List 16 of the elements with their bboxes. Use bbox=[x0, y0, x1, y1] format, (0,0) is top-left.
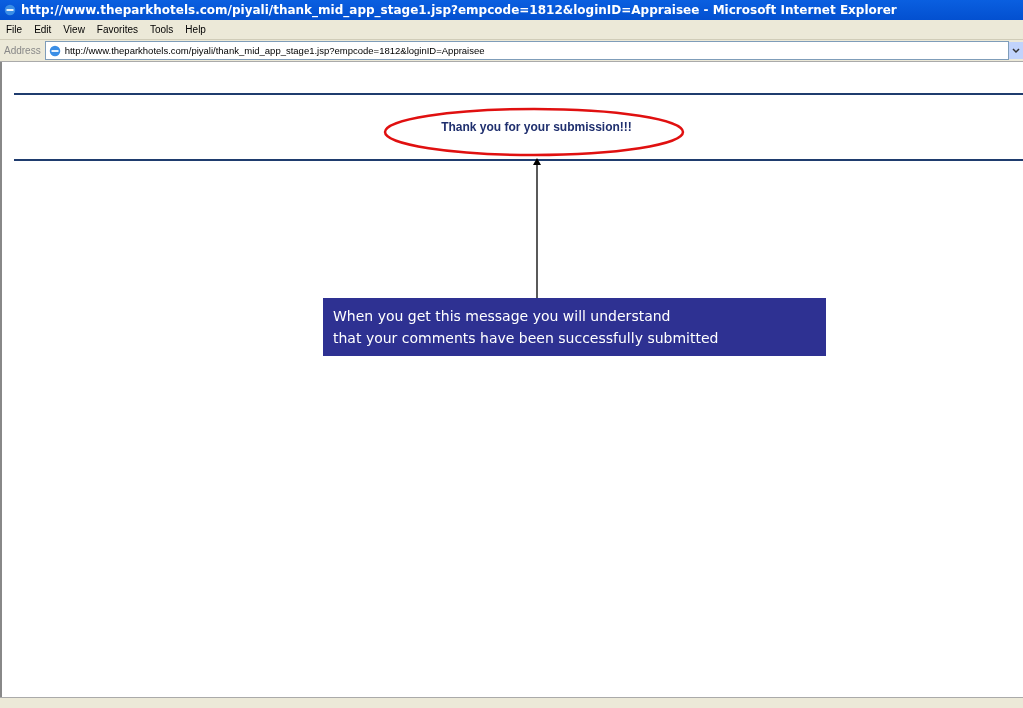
menu-item[interactable]: Tools bbox=[144, 24, 180, 35]
menu-item[interactable]: Edit bbox=[28, 24, 58, 35]
browser-icon bbox=[3, 3, 17, 17]
page-icon bbox=[47, 43, 62, 58]
menu-item[interactable]: Favorites bbox=[90, 24, 144, 35]
callout-text: When you get this message you will understand bbox=[333, 308, 672, 324]
address-label: Address bbox=[3, 45, 42, 56]
address-field[interactable]: http://www.theparkhotels.com/piyali/thank_mid_app_stage1.jsp?empcode=1812&loginID=Appraisee bbox=[44, 41, 1009, 60]
confirmation-message: Thank you for your submission!!! bbox=[441, 120, 632, 134]
window-title: http://www.theparkhotels.com/piyali/thank_mid_app_stage1.jsp?empcode=1812&loginID=Appraisee - Microsoft Internet Explorer bbox=[21, 3, 897, 17]
menu-item[interactable]: Help bbox=[179, 24, 212, 35]
callout-text: that your comments have been successfully submitted bbox=[333, 330, 720, 346]
menu-item[interactable]: View bbox=[57, 24, 91, 35]
menu-item[interactable]: File bbox=[0, 24, 29, 35]
dropdown-button[interactable] bbox=[1009, 42, 1023, 59]
chevron-icon bbox=[1012, 47, 1020, 54]
